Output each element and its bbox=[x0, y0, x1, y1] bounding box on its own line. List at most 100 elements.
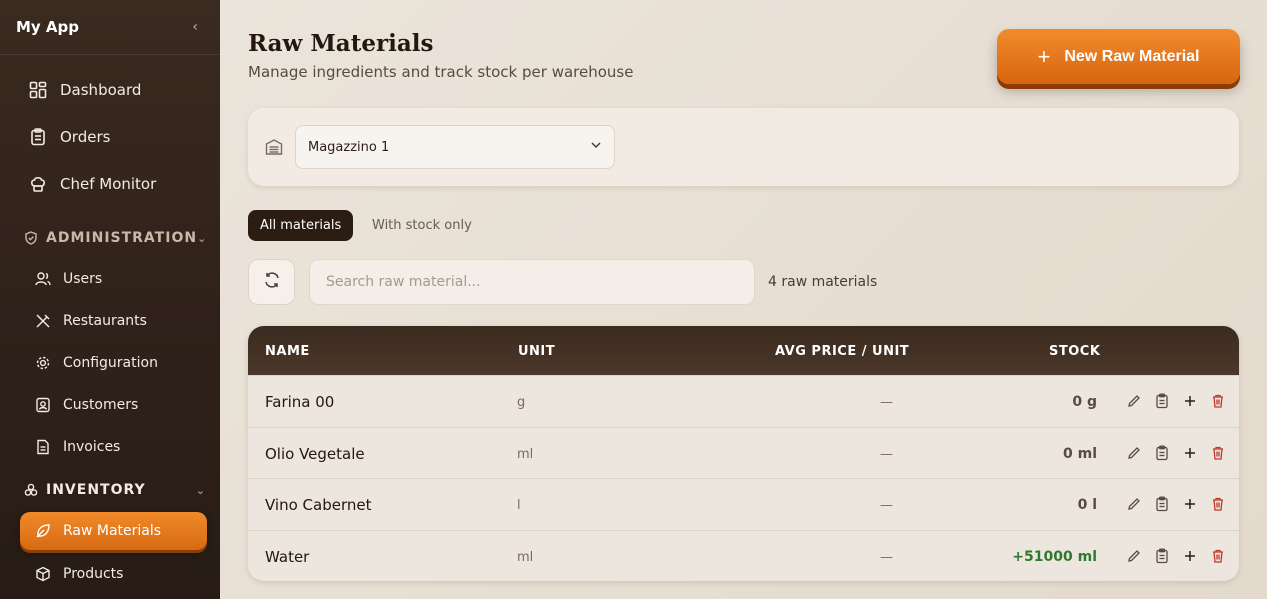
users-icon bbox=[34, 271, 51, 288]
cell-stock: 0 ml bbox=[1062, 445, 1097, 462]
edit-icon[interactable] bbox=[1126, 393, 1142, 409]
sidebar-item-users[interactable]: Users bbox=[20, 260, 207, 298]
table-row[interactable]: Water ml — +51000 ml bbox=[248, 529, 1239, 582]
clipboard-icon bbox=[28, 127, 48, 147]
sidebar-item-label: Configuration bbox=[63, 355, 158, 371]
page-subtitle: Manage ingredients and track stock per w… bbox=[248, 63, 634, 81]
boxes-icon bbox=[24, 483, 38, 497]
plus-icon: + bbox=[1037, 43, 1051, 69]
search-input[interactable] bbox=[309, 259, 755, 305]
section-label: INVENTORY bbox=[46, 482, 146, 498]
trash-icon[interactable] bbox=[1210, 548, 1226, 564]
cell-avg-price: — bbox=[880, 498, 893, 513]
plus-icon[interactable] bbox=[1182, 496, 1198, 512]
section-inventory[interactable]: INVENTORY ⌄ bbox=[24, 478, 206, 502]
table-row[interactable]: Olio Vegetale ml — 0 ml bbox=[248, 426, 1239, 479]
sidebar-item-products[interactable]: Products bbox=[20, 555, 207, 593]
cell-unit: l bbox=[517, 498, 521, 513]
trash-icon[interactable] bbox=[1210, 393, 1226, 409]
cell-unit: ml bbox=[517, 549, 534, 565]
shield-icon bbox=[24, 231, 38, 245]
chevron-down-icon: ⌄ bbox=[197, 231, 208, 245]
clipboard-icon[interactable] bbox=[1154, 548, 1170, 564]
header-unit[interactable]: UNIT bbox=[518, 344, 555, 359]
chevron-down-icon: ⌄ bbox=[195, 483, 206, 497]
sidebar-item-label: Restaurants bbox=[63, 313, 147, 329]
page-title: Raw Materials bbox=[248, 30, 434, 57]
cell-avg-price: — bbox=[880, 549, 893, 565]
cell-stock: 0 l bbox=[1077, 497, 1097, 513]
clipboard-icon[interactable] bbox=[1154, 445, 1170, 461]
refresh-button[interactable] bbox=[248, 259, 295, 305]
sidebar-item-label: Users bbox=[63, 271, 103, 287]
trash-icon[interactable] bbox=[1210, 496, 1226, 512]
table-header: NAME UNIT AVG PRICE / UNIT STOCK bbox=[248, 326, 1239, 375]
warehouse-icon bbox=[265, 138, 283, 156]
sidebar-header: My App ‹ bbox=[0, 0, 220, 55]
cell-unit: g bbox=[517, 395, 526, 410]
section-administration[interactable]: ADMINISTRATION ⌄ bbox=[24, 226, 206, 250]
app-title: My App bbox=[16, 18, 80, 36]
plus-icon[interactable] bbox=[1182, 548, 1198, 564]
sidebar-item-label: Customers bbox=[63, 397, 139, 413]
warehouse-selected: Magazzino 1 bbox=[308, 139, 390, 155]
table-row[interactable]: Farina 00 g — 0 g bbox=[248, 375, 1239, 427]
result-count: 4 raw materials bbox=[768, 274, 878, 290]
edit-icon[interactable] bbox=[1126, 548, 1142, 564]
header-stock[interactable]: STOCK bbox=[1049, 344, 1100, 359]
cell-name: Olio Vegetale bbox=[265, 444, 365, 463]
cell-avg-price: — bbox=[880, 446, 893, 462]
plus-icon[interactable] bbox=[1182, 393, 1198, 409]
sidebar-item-label: Dashboard bbox=[60, 81, 142, 99]
cell-unit: ml bbox=[517, 446, 534, 462]
sidebar-item-customers[interactable]: Customers bbox=[20, 386, 207, 424]
sidebar-item-label: Raw Materials bbox=[63, 523, 162, 539]
table-row[interactable]: Vino Cabernet l — 0 l bbox=[248, 478, 1239, 530]
new-raw-material-button[interactable]: + New Raw Material bbox=[997, 29, 1240, 84]
edit-icon[interactable] bbox=[1126, 445, 1142, 461]
raw-materials-table: NAME UNIT AVG PRICE / UNIT STOCK Farina … bbox=[248, 326, 1239, 581]
sidebar-item-restaurants[interactable]: Restaurants bbox=[20, 302, 207, 340]
tab-all-materials[interactable]: All materials bbox=[248, 210, 354, 241]
header-name[interactable]: NAME bbox=[265, 344, 310, 359]
row-actions bbox=[1126, 548, 1226, 564]
package-icon bbox=[34, 566, 51, 583]
cell-stock: 0 g bbox=[1072, 394, 1097, 410]
chevron-left-icon[interactable]: ‹ bbox=[192, 19, 198, 35]
tab-with-stock-only[interactable]: With stock only bbox=[360, 210, 484, 241]
cell-name: Vino Cabernet bbox=[265, 496, 372, 514]
sidebar-item-configuration[interactable]: Configuration bbox=[20, 344, 207, 382]
row-actions bbox=[1126, 445, 1226, 461]
row-actions bbox=[1126, 393, 1226, 409]
button-label: New Raw Material bbox=[1064, 47, 1200, 65]
row-actions bbox=[1126, 496, 1226, 512]
main-content: Raw Materials Manage ingredients and tra… bbox=[220, 0, 1267, 599]
cell-avg-price: — bbox=[880, 395, 893, 410]
cell-name: Farina 00 bbox=[265, 393, 335, 411]
contact-icon bbox=[34, 397, 51, 414]
sidebar-item-dashboard[interactable]: Dashboard bbox=[20, 71, 207, 109]
trash-icon[interactable] bbox=[1210, 445, 1226, 461]
edit-icon[interactable] bbox=[1126, 496, 1142, 512]
cell-stock: +51000 ml bbox=[1012, 548, 1097, 565]
sidebar-item-chef-monitor[interactable]: Chef Monitor bbox=[20, 165, 207, 203]
sidebar: My App ‹ Dashboard Orders Chef Monitor A… bbox=[0, 0, 220, 599]
clipboard-icon[interactable] bbox=[1154, 496, 1170, 512]
plus-icon[interactable] bbox=[1182, 445, 1198, 461]
document-icon bbox=[34, 439, 51, 456]
chef-hat-icon bbox=[28, 174, 48, 194]
leaf-icon bbox=[34, 523, 51, 540]
cell-name: Water bbox=[265, 547, 310, 566]
sidebar-item-label: Orders bbox=[60, 128, 111, 146]
sidebar-item-label: Products bbox=[63, 566, 124, 582]
refresh-icon bbox=[263, 271, 281, 293]
sidebar-item-invoices[interactable]: Invoices bbox=[20, 428, 207, 466]
clipboard-icon[interactable] bbox=[1154, 393, 1170, 409]
sidebar-item-label: Invoices bbox=[63, 439, 121, 455]
section-label: ADMINISTRATION bbox=[46, 230, 198, 246]
sidebar-item-label: Chef Monitor bbox=[60, 175, 157, 193]
header-avg-price[interactable]: AVG PRICE / UNIT bbox=[775, 344, 909, 359]
sidebar-item-raw-materials[interactable]: Raw Materials bbox=[20, 512, 207, 550]
sidebar-item-orders[interactable]: Orders bbox=[20, 118, 207, 156]
warehouse-select[interactable]: Magazzino 1 bbox=[295, 125, 615, 169]
